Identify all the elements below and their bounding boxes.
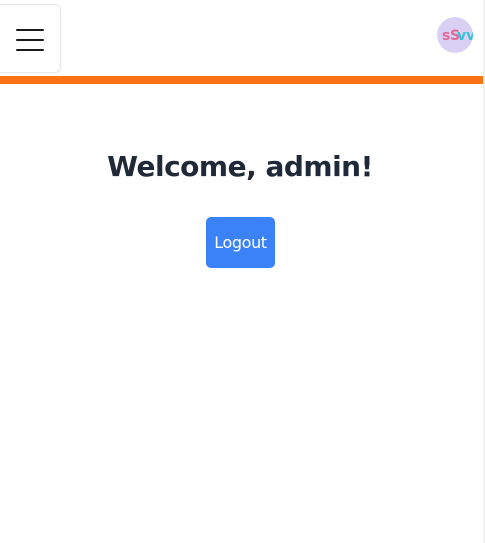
- page: S vv s Welcome, admin! Logout: [0, 0, 485, 543]
- accent-bar: [0, 76, 483, 84]
- menu-button[interactable]: [0, 4, 61, 73]
- logout-button[interactable]: Logout: [206, 217, 275, 268]
- avatar[interactable]: S vv s: [437, 17, 473, 53]
- svg-text:s: s: [442, 28, 450, 44]
- welcome-heading: Welcome, admin!: [107, 150, 373, 183]
- svg-text:vv: vv: [457, 28, 473, 44]
- svv-logo-icon: S vv s: [437, 17, 473, 53]
- top-bar: S vv s: [0, 0, 483, 76]
- hamburger-menu-icon: [16, 27, 44, 53]
